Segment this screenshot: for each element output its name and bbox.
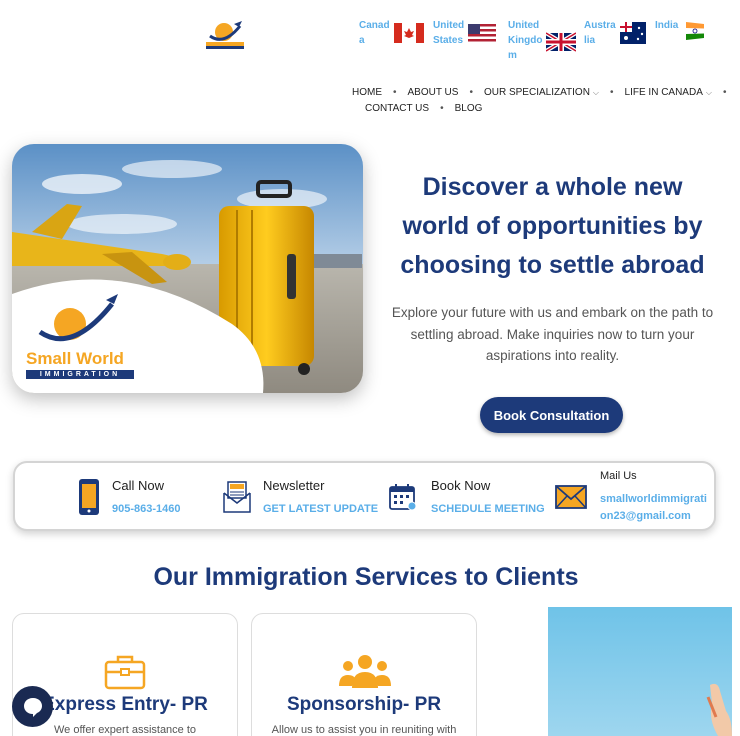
australia-flag-icon [619,22,646,44]
newsletter-title: Newsletter [263,478,325,493]
flag-label: Austra [584,20,616,31]
nav-life-in-canada[interactable]: LIFE IN CANADA ⌵ [625,87,712,98]
flag-label: States [433,35,464,46]
nav-specialization[interactable]: OUR SPECIALIZATION ⌵ [484,87,599,98]
briefcase-icon [104,655,146,690]
nav-home[interactable]: HOME [352,87,382,98]
nav-separator: • [440,102,444,114]
nav-separator: • [610,86,614,98]
flag-label: United [508,20,540,31]
flag-label: m [508,50,517,61]
nav-life-label: LIFE IN CANADA [624,86,703,98]
mail-us-title: Mail Us [600,470,637,482]
call-now-title: Call Now [112,478,165,493]
flag-label: India [655,20,679,31]
chat-button[interactable] [12,686,53,727]
flag-label: United [433,20,465,31]
flag-label: Canad [359,20,390,31]
schedule-meeting-link[interactable]: SCHEDULE MEETING [431,503,545,515]
newsletter-icon [223,481,251,513]
flag-india[interactable]: India [655,18,706,42]
chat-bubble-icon [23,697,42,717]
book-now-title: Book Now [431,478,491,493]
phone-icon [79,479,99,515]
flag-united-kingdom[interactable]: United Kingdo m [508,18,577,63]
nav-specialization-label: OUR SPECIALIZATION [483,86,590,98]
chevron-down-icon: ⌵ [592,87,599,97]
nav-about[interactable]: ABOUT US [408,87,459,98]
service-card-title: Sponsorship- PR [286,694,442,715]
phone-number-link[interactable]: 905-863-1460 [112,503,181,515]
nav-separator: • [393,86,397,98]
main-nav: HOME • ABOUT US • OUR SPECIALIZATION ⌵ • … [340,84,735,116]
flag-australia[interactable]: Austra lia [584,18,646,48]
flag-label: Kingdo [508,35,543,46]
nav-contact[interactable]: CONTACT US [365,103,429,114]
hero-brand-tag: IMMIGRATION [26,370,134,379]
hero-title: Discover a whole new world of opportunit… [400,173,705,279]
email-line: on23@gmail.com [600,510,691,522]
flag-canada[interactable]: Canad a [359,18,424,48]
email-line: smallworldimmigrati [600,493,707,505]
book-consultation-button[interactable]: Book Consultation [480,397,623,433]
country-flags: Canad a United States United Kingdo m Au… [356,18,726,64]
contact-bar: Call Now 905-863-1460 Newsletter GET LAT… [13,461,716,531]
flag-united-states[interactable]: United States [433,18,497,48]
hero-text: Discover a whole new world of opportunit… [390,168,715,367]
people-group-icon [339,655,391,688]
chevron-down-icon: ⌵ [705,87,712,97]
canada-flag-icon [393,23,424,43]
small-world-logo[interactable] [204,20,246,50]
service-card-sponsorship[interactable]: Sponsorship- PR Allow us to assist you i… [251,613,477,736]
service-card-description: Allow us to assist you in reuniting with [271,724,457,736]
uk-flag-icon [546,31,577,53]
email-link[interactable]: smallworldimmigrati on23@gmail.com [600,491,707,525]
sky-illustration [548,607,732,736]
nav-blog[interactable]: BLOG [455,103,483,114]
hero-subtitle: Explore your future with us and embark o… [391,305,714,363]
hero-brand-name: Small World [26,349,124,368]
flag-label: a [359,35,365,46]
newsletter-link[interactable]: GET LATEST UPDATE [263,503,378,515]
service-card-description: We offer expert assistance to [53,724,197,736]
nav-separator: • [722,86,727,98]
mail-icon [555,485,587,509]
usa-flag-icon [468,24,497,42]
india-flag-icon [686,22,705,40]
calendar-icon [389,484,417,511]
hero-image: Small World IMMIGRATION [12,144,363,393]
services-title: Our Immigration Services to Clients [153,563,579,591]
nav-separator: • [469,86,473,98]
flag-label: lia [584,35,596,46]
sky-hand-image [548,607,732,736]
